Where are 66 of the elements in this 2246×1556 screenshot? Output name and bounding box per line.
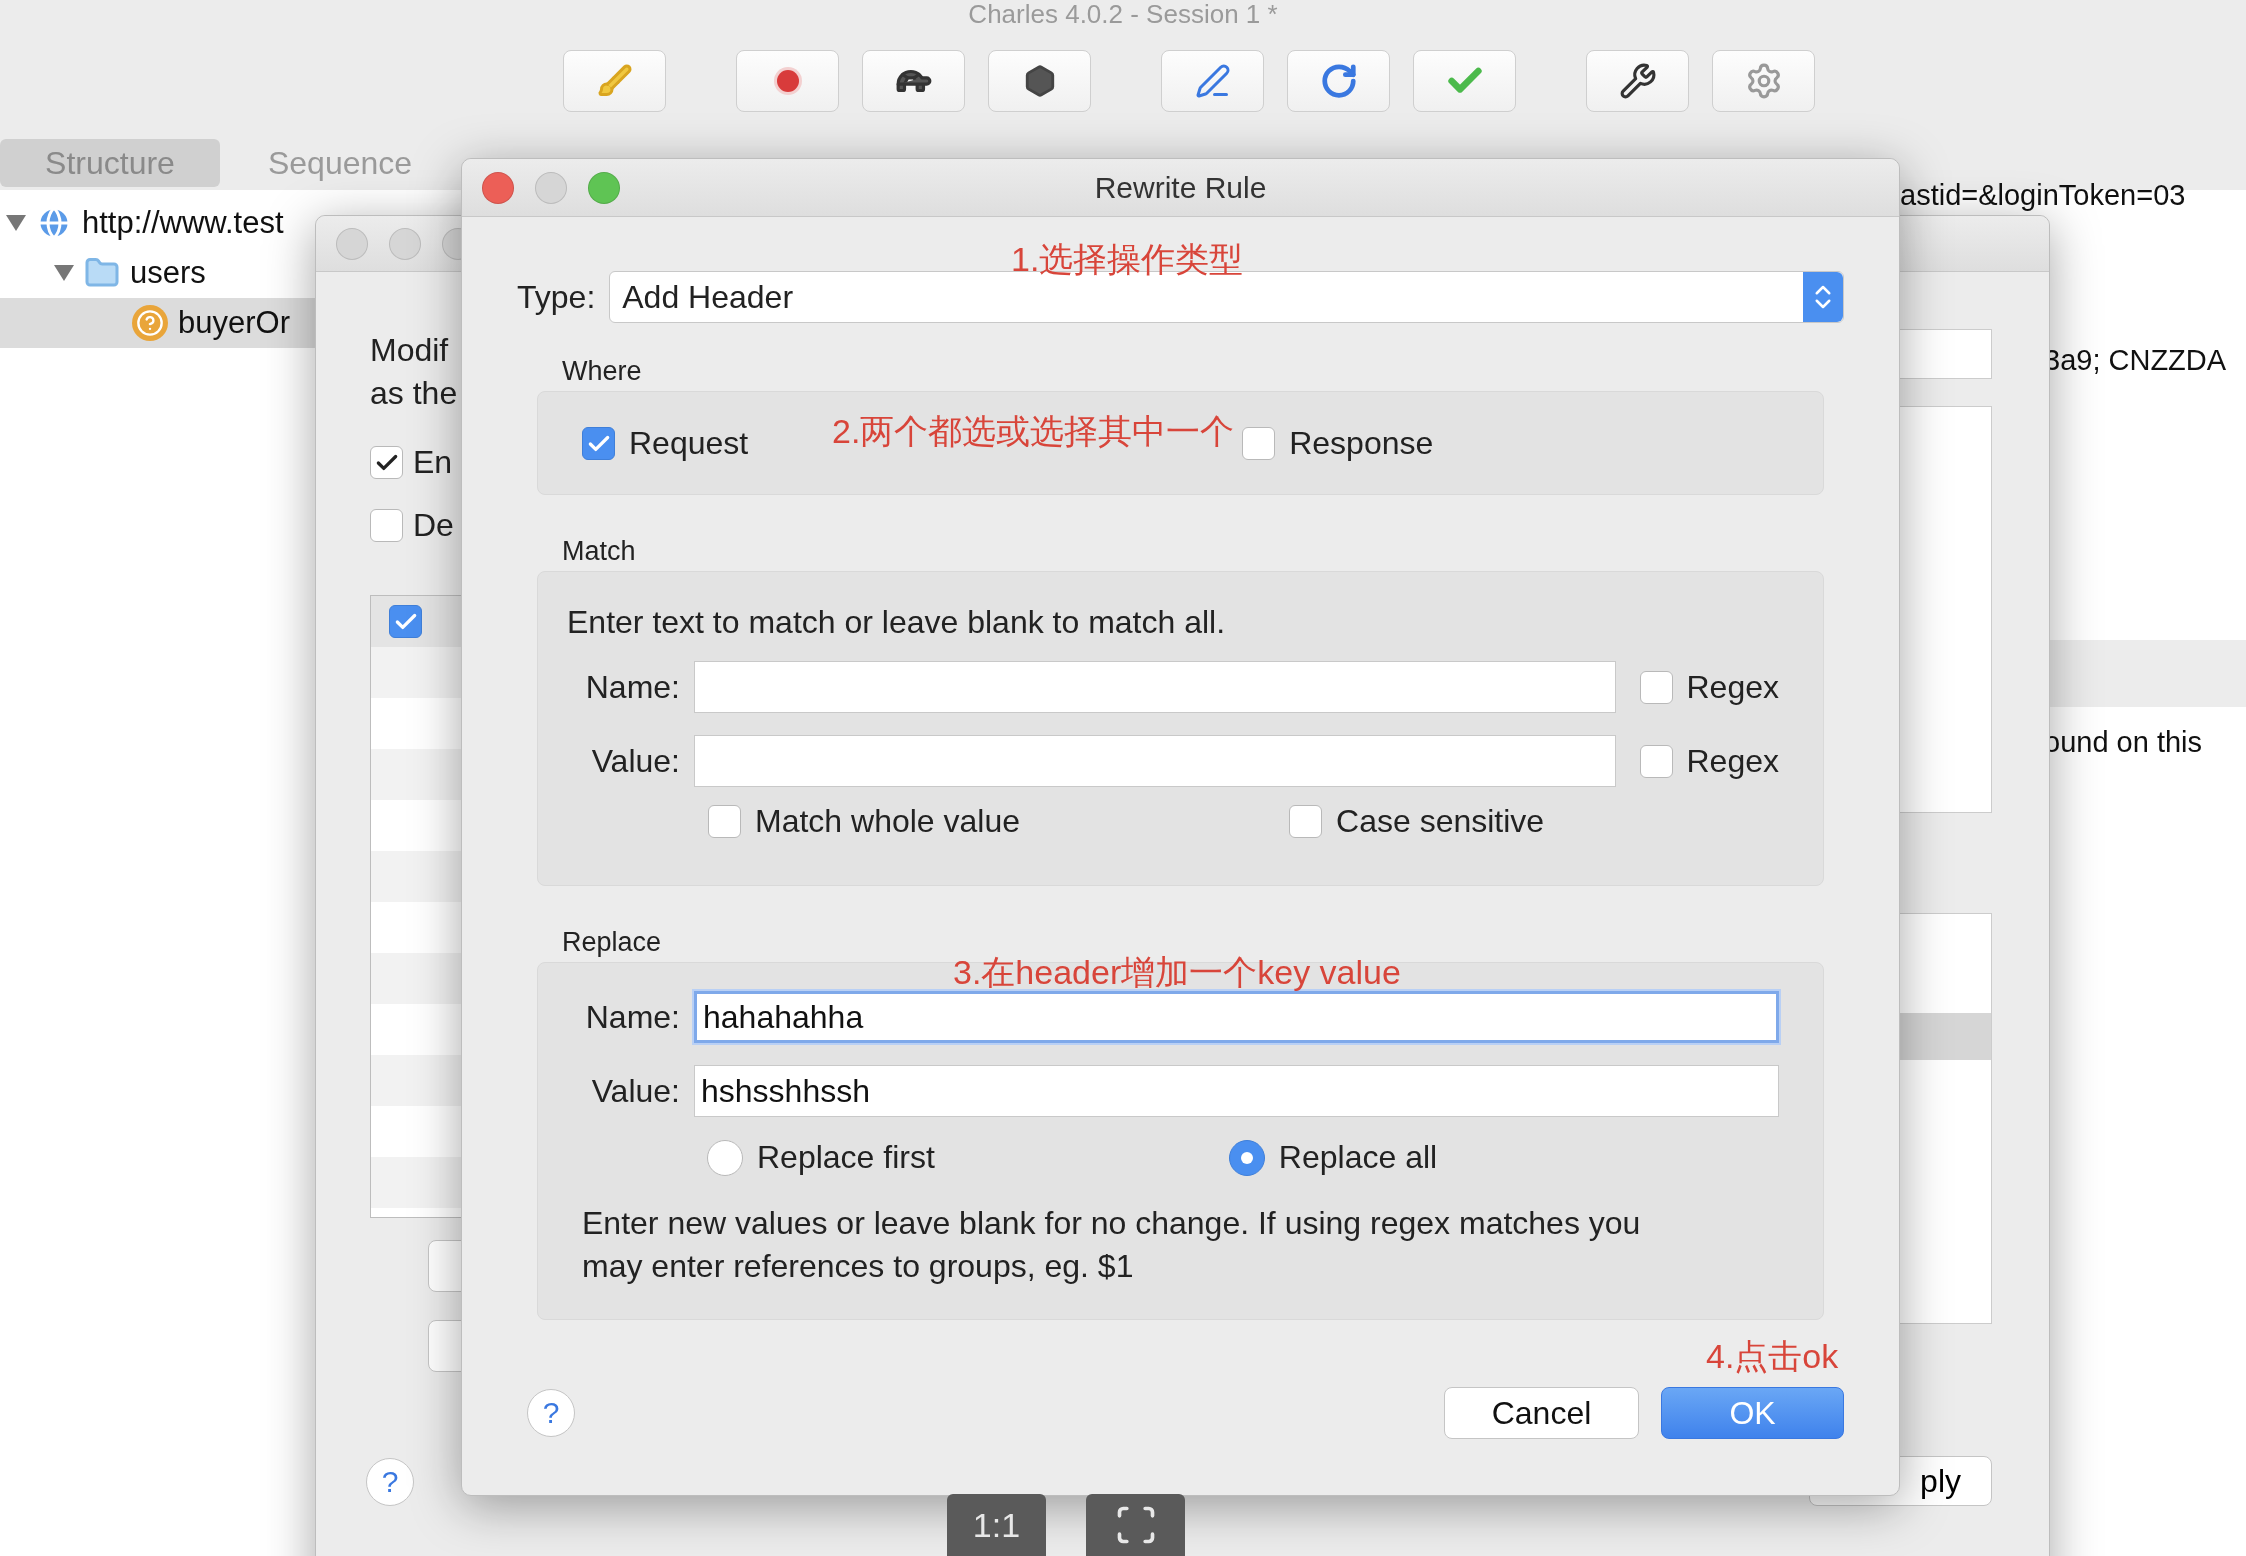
fit-button[interactable] xyxy=(1086,1494,1185,1556)
checkbox-label: Request xyxy=(629,425,749,462)
actual-size-button[interactable]: 1:1 xyxy=(947,1494,1046,1556)
type-label: Type: xyxy=(517,278,596,316)
checkbox-label: Case sensitive xyxy=(1336,803,1545,840)
close-button[interactable] xyxy=(336,227,368,260)
record-icon xyxy=(776,70,799,92)
checkbox[interactable] xyxy=(708,805,741,838)
minimize-button[interactable] xyxy=(535,171,567,204)
radio-label: Replace all xyxy=(1278,1139,1438,1176)
hint-text: Enter text to match or leave blank to match all. xyxy=(567,604,1227,641)
checkbox[interactable] xyxy=(370,446,403,479)
field-label: Value: xyxy=(590,1072,680,1110)
question-icon xyxy=(132,305,168,341)
field-label: Name: xyxy=(584,668,680,706)
input-field[interactable] xyxy=(694,735,1616,787)
selected-row[interactable] xyxy=(1900,1013,1991,1060)
toolbar-button[interactable] xyxy=(1586,50,1689,112)
input-field[interactable]: hahahahha xyxy=(694,991,1779,1043)
cancel-button[interactable]: Cancel xyxy=(1444,1387,1639,1439)
checkbox[interactable] xyxy=(370,509,403,542)
minimize-button[interactable] xyxy=(389,227,421,260)
section-label: Replace xyxy=(562,926,663,958)
tree-item-label: http://www.test xyxy=(82,205,284,241)
checkbox-label: En xyxy=(413,443,453,482)
checkbox-label: Regex xyxy=(1686,668,1779,706)
close-button[interactable] xyxy=(482,171,514,204)
checkbox[interactable] xyxy=(582,427,615,460)
input-field[interactable]: hshsshhssh xyxy=(694,1065,1779,1117)
annotation-text: 3.在header增加一个key value xyxy=(953,952,1401,992)
field-label: Name: xyxy=(584,998,680,1036)
checkbox-label: Regex xyxy=(1686,742,1779,780)
input-field[interactable] xyxy=(1899,329,1992,379)
radio-button[interactable] xyxy=(707,1139,743,1176)
checkbox[interactable] xyxy=(1289,805,1323,838)
checkbox[interactable] xyxy=(1242,427,1276,460)
checkbox[interactable] xyxy=(1639,670,1673,704)
radio-button[interactable] xyxy=(1228,1139,1265,1176)
section-label: Match xyxy=(562,535,637,567)
field-label: Value: xyxy=(590,742,680,780)
tree-item-label: buyerOr xyxy=(178,305,290,341)
tree-item-label: users xyxy=(130,255,206,291)
input-field[interactable] xyxy=(694,661,1616,713)
annotation-text: 2.两个都选或选择其中一个 xyxy=(832,411,1235,451)
checkbox[interactable] xyxy=(389,605,422,638)
checkbox-label: De xyxy=(413,506,454,545)
window-title: Charles 4.0.2 - Session 1 * xyxy=(968,0,1278,28)
description-text: as the xyxy=(370,374,458,413)
annotation-text: 4.点击ok xyxy=(1706,1336,1839,1376)
help-button[interactable]: ? xyxy=(527,1389,575,1437)
broom-icon xyxy=(596,63,633,99)
pen-icon xyxy=(1194,63,1231,99)
checkbox-label: Match whole value xyxy=(755,803,1021,840)
content-text: astid=&loginToken=03 xyxy=(1900,180,2187,210)
checkbox-label: Response xyxy=(1289,425,1434,462)
help-button[interactable]: ? xyxy=(366,1458,414,1506)
refresh-icon xyxy=(1319,62,1358,100)
checkbox[interactable] xyxy=(1639,744,1673,778)
help-text: Enter new values or leave blank for no change. If using regex matches you may enter references to groups, eg. $1 xyxy=(582,1204,1642,1286)
radio-label: Replace first xyxy=(757,1139,935,1176)
zoom-button[interactable] xyxy=(588,171,620,204)
tools-icon xyxy=(1618,62,1657,100)
section-label: Where xyxy=(562,355,643,387)
dialog-title: Rewrite Rule xyxy=(1093,170,1268,205)
toolbar-button[interactable] xyxy=(862,50,965,112)
toolbar-button[interactable] xyxy=(988,50,1091,112)
